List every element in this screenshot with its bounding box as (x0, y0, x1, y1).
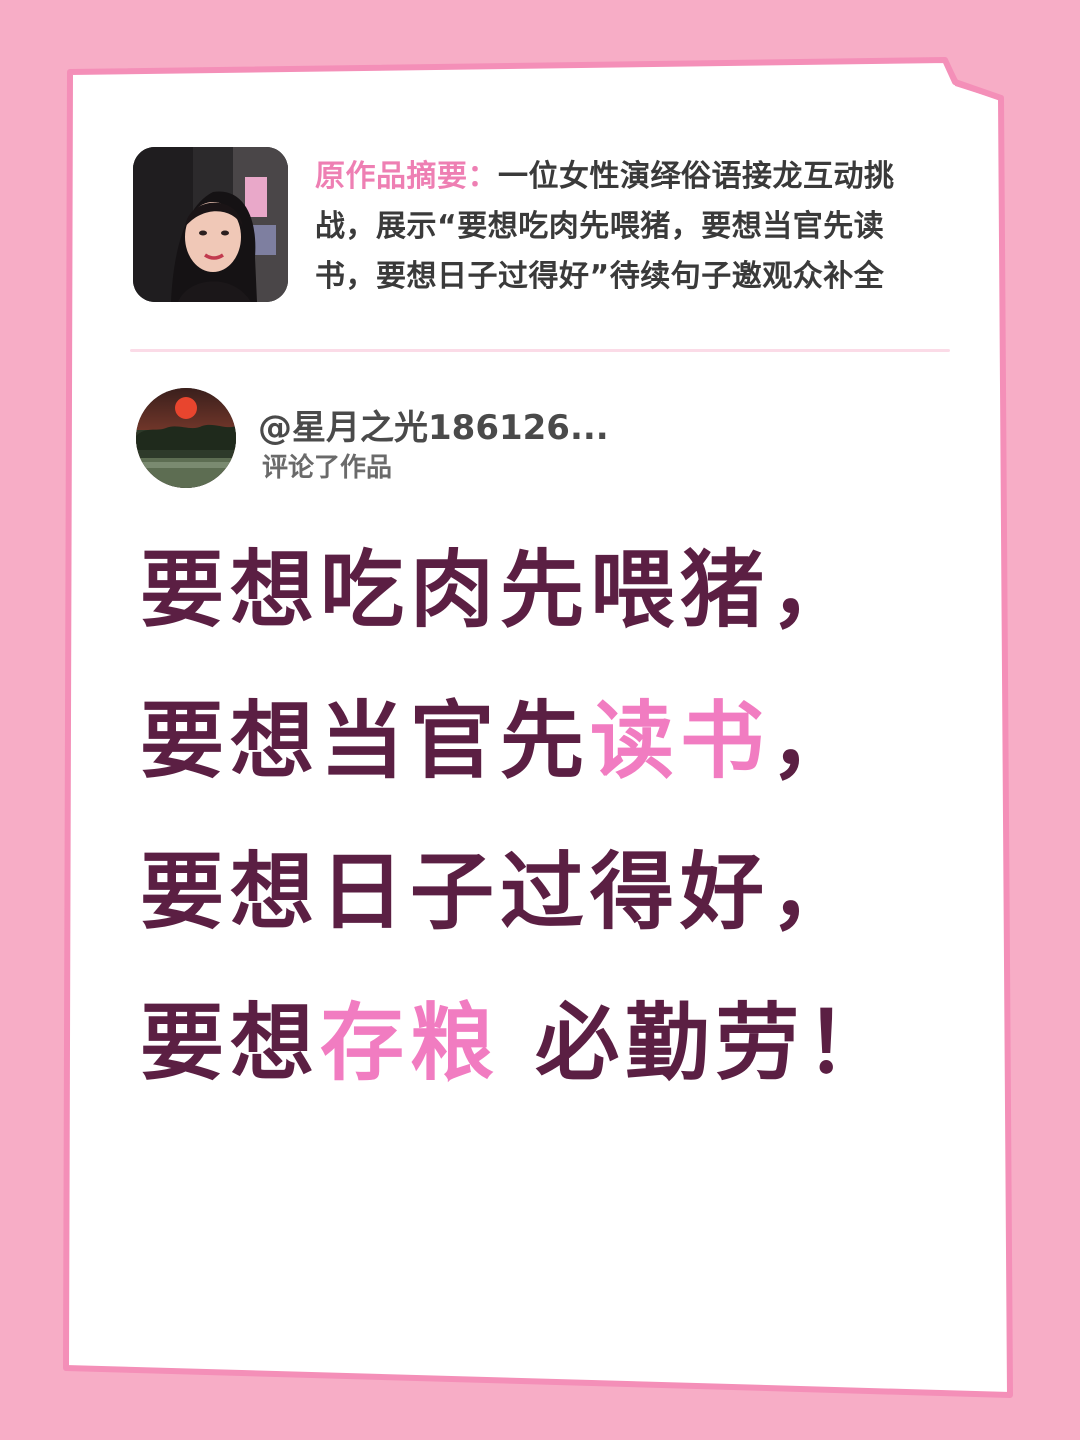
commenter-action: 评论了作品 (262, 453, 393, 483)
summary-label: 原作品摘要： (315, 159, 498, 194)
original-work-summary: 原作品摘要：一位女性演绎俗语接龙互动挑战，展示“要想吃肉先喂猪，要想当官先读书，… (315, 152, 927, 302)
original-work-thumbnail[interactable] (133, 147, 288, 302)
comment-text: 要想吃肉先喂猪，要想当官先读书，要想日子过得好，要想存粮 必勤劳！ (140, 515, 940, 1119)
commenter-name[interactable]: @星月之光186126... (258, 400, 609, 449)
comment-highlight-segment: 存粮 (320, 994, 501, 1092)
commenter-avatar[interactable] (136, 388, 236, 488)
comment-highlight-segment: 读书 (590, 692, 771, 790)
comment-segment: 必勤劳！ (500, 994, 896, 1092)
divider (130, 349, 950, 352)
